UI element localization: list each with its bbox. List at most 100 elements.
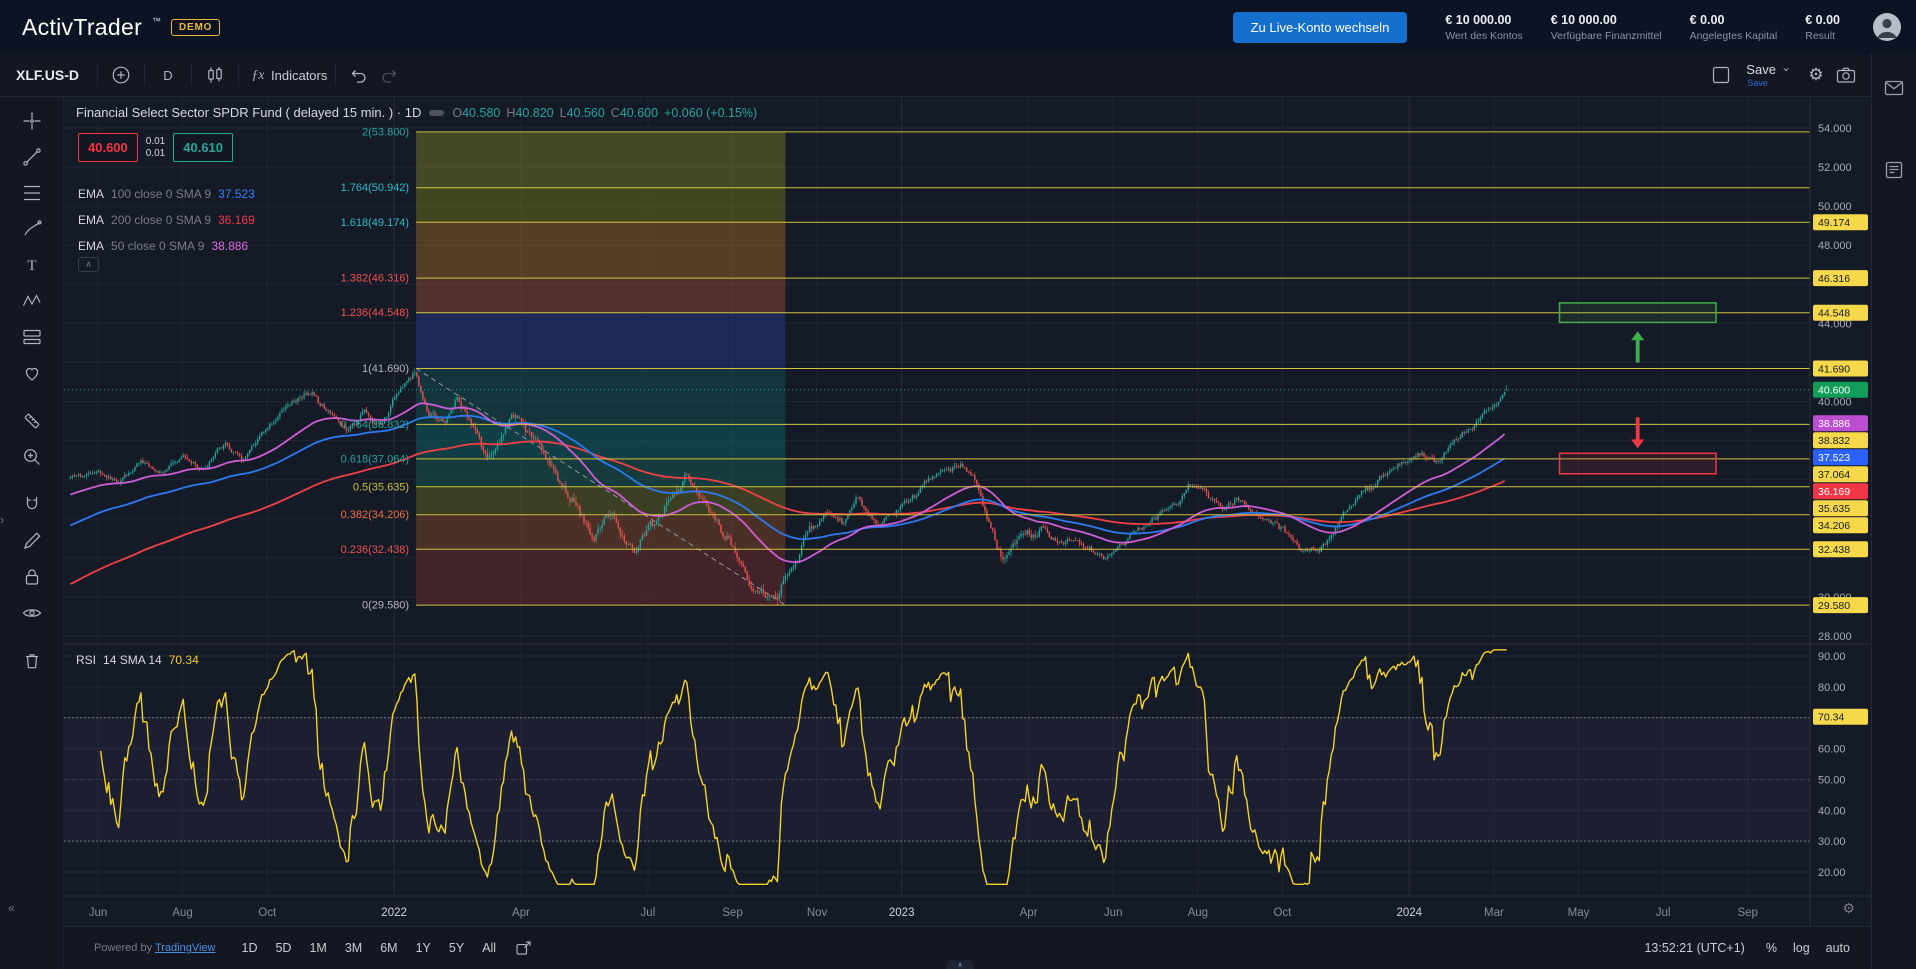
indicators-button[interactable]: ƒx Indicators xyxy=(247,60,327,90)
range-3m-button[interactable]: 3M xyxy=(337,937,370,959)
timeframe-button[interactable]: D xyxy=(153,60,183,90)
svg-text:Jul: Jul xyxy=(1656,907,1671,919)
indicator-name: EMA xyxy=(78,187,104,201)
svg-text:Aug: Aug xyxy=(172,907,192,919)
chart-settings-button[interactable]: ⚙ xyxy=(1801,60,1831,90)
switch-to-live-button[interactable]: Zu Live-Konto wechseln xyxy=(1233,12,1408,43)
svg-text:54.000: 54.000 xyxy=(1818,123,1852,135)
rsi-legend-row[interactable]: RSI 14 SMA 14 70.34 xyxy=(76,653,199,667)
svg-text:37.523: 37.523 xyxy=(1818,452,1850,464)
left-panel-expand-chevron[interactable]: › xyxy=(0,505,12,533)
ema-100-legend-row[interactable]: EMA 100 close 0 SMA 9 37.523 xyxy=(78,181,255,207)
low-label: L xyxy=(560,106,567,120)
range-all-button[interactable]: All xyxy=(474,937,504,959)
change-value: +0.060 (+0.15%) xyxy=(664,106,757,120)
avatar[interactable] xyxy=(1872,12,1902,42)
indicator-value: 36.169 xyxy=(218,213,255,227)
crosshair-tool-button[interactable] xyxy=(15,107,49,135)
brand: ActivTrader ™ DEMO xyxy=(22,14,220,41)
svg-text:44.548: 44.548 xyxy=(1818,308,1850,320)
lock-tool-button[interactable] xyxy=(15,563,49,591)
snapshot-button[interactable] xyxy=(1831,60,1861,90)
scale-auto-button[interactable]: auto xyxy=(1819,938,1857,958)
long-short-position-tool-button[interactable] xyxy=(15,323,49,351)
chart-legend: Financial Select Sector SPDR Fund ( dela… xyxy=(76,105,757,120)
indicator-name: EMA xyxy=(78,239,104,253)
collapse-legend-button[interactable]: ∧ xyxy=(78,257,99,272)
time-axis-settings-icon[interactable]: ⚙ xyxy=(1842,900,1855,917)
trend-line-tool-button[interactable] xyxy=(15,143,49,171)
svg-text:0.618(37.064): 0.618(37.064) xyxy=(341,453,410,465)
clock[interactable]: 13:52:21 (UTC+1) xyxy=(1644,941,1744,955)
range-1y-button[interactable]: 1Y xyxy=(408,937,439,959)
ema-200-legend-row[interactable]: EMA 200 close 0 SMA 9 36.169 xyxy=(78,207,255,233)
account-metric: € 0.00Result xyxy=(1805,13,1840,42)
chart-canvas[interactable]: 2(53.800)1.764(50.942)1.618(49.174)1.382… xyxy=(64,97,1871,926)
svg-text:2022: 2022 xyxy=(381,907,407,919)
account-label: Verfügbare Finanzmittel xyxy=(1551,30,1662,42)
account-value: € 0.00 xyxy=(1690,13,1778,27)
entry-zone-rect[interactable] xyxy=(1560,303,1717,323)
svg-text:0.236(32.438): 0.236(32.438) xyxy=(341,544,410,556)
text-tool-button[interactable]: T xyxy=(15,251,49,279)
svg-text:32.438: 32.438 xyxy=(1818,544,1850,556)
news-button[interactable] xyxy=(1880,156,1908,184)
legend-more-pill[interactable] xyxy=(429,110,444,116)
envelope-button[interactable] xyxy=(1880,74,1908,102)
redo-button[interactable] xyxy=(374,60,404,90)
brush-tool-button[interactable] xyxy=(15,215,49,243)
toolbar-divider xyxy=(144,64,145,86)
fib-retracement-tool-button[interactable] xyxy=(15,179,49,207)
ruler-tool-button[interactable] xyxy=(15,407,49,435)
range-6m-button[interactable]: 6M xyxy=(372,937,405,959)
high-value: 40.820 xyxy=(515,106,553,120)
indicators-label: Indicators xyxy=(271,68,327,83)
sell-bid-button[interactable]: 40.600 xyxy=(78,133,138,162)
heart-emoji-tool-button[interactable] xyxy=(15,359,49,387)
svg-text:Jun: Jun xyxy=(1104,907,1123,919)
scale-percent-button[interactable]: % xyxy=(1759,938,1784,958)
scale-log-button[interactable]: log xyxy=(1786,938,1817,958)
eye-tool-button[interactable] xyxy=(15,599,49,627)
range-5d-button[interactable]: 5D xyxy=(267,937,299,959)
chart-region: 2(53.800)1.764(50.942)1.618(49.174)1.382… xyxy=(64,97,1871,969)
svg-text:ƒx: ƒx xyxy=(252,67,265,82)
open-label: O xyxy=(452,106,462,120)
stop-zone-rect[interactable] xyxy=(1560,453,1717,474)
heart-emoji-icon xyxy=(21,362,43,384)
magnet-icon xyxy=(21,494,43,516)
range-5y-button[interactable]: 5Y xyxy=(441,937,472,959)
toolbar-divider xyxy=(238,64,239,86)
svg-text:40.000: 40.000 xyxy=(1818,397,1852,409)
account-value: € 10 000.00 xyxy=(1445,13,1522,27)
go-to-date-button[interactable] xyxy=(514,939,533,958)
ema-50-legend-row[interactable]: EMA 50 close 0 SMA 9 38.886 xyxy=(78,233,255,259)
envelope-icon xyxy=(1883,77,1905,99)
zoom-in-tool-button[interactable] xyxy=(15,443,49,471)
undo-button[interactable] xyxy=(344,60,374,90)
range-1d-button[interactable]: 1D xyxy=(234,937,266,959)
range-buttons: 1D5D1M3M6M1Y5YAll xyxy=(234,937,505,959)
magnet-tool-button[interactable] xyxy=(15,491,49,519)
buy-ask-button[interactable]: 40.610 xyxy=(173,133,233,162)
instrument-title[interactable]: Financial Select Sector SPDR Fund ( dela… xyxy=(76,105,421,120)
svg-text:1.764(50.942): 1.764(50.942) xyxy=(341,182,410,194)
close-label: C xyxy=(611,106,620,120)
xabcd-pattern-icon xyxy=(21,290,43,312)
chart-style-button[interactable] xyxy=(200,60,230,90)
layout-select-button[interactable] xyxy=(1706,60,1736,90)
ohlc-values: O40.580 H40.820 L40.560 C40.600 +0.060 (… xyxy=(452,106,757,120)
svg-text:T: T xyxy=(27,258,36,274)
save-status: Save xyxy=(1747,79,1768,88)
trash-tool-button[interactable] xyxy=(15,647,49,675)
symbol-button[interactable]: XLF.US-D xyxy=(16,67,79,83)
scroll-to-start-icon[interactable]: « xyxy=(8,901,15,915)
save-layout-button[interactable]: Save ⌄ Save xyxy=(1746,63,1791,88)
expand-bottom-panel-chevron[interactable]: ∧ xyxy=(946,960,974,969)
pencil-tool-button[interactable] xyxy=(15,527,49,555)
compare-add-symbol-button[interactable] xyxy=(106,60,136,90)
tradingview-link[interactable]: TradingView xyxy=(155,942,216,954)
range-1m-button[interactable]: 1M xyxy=(301,937,334,959)
svg-text:41.690: 41.690 xyxy=(1818,363,1850,375)
xabcd-pattern-tool-button[interactable] xyxy=(15,287,49,315)
